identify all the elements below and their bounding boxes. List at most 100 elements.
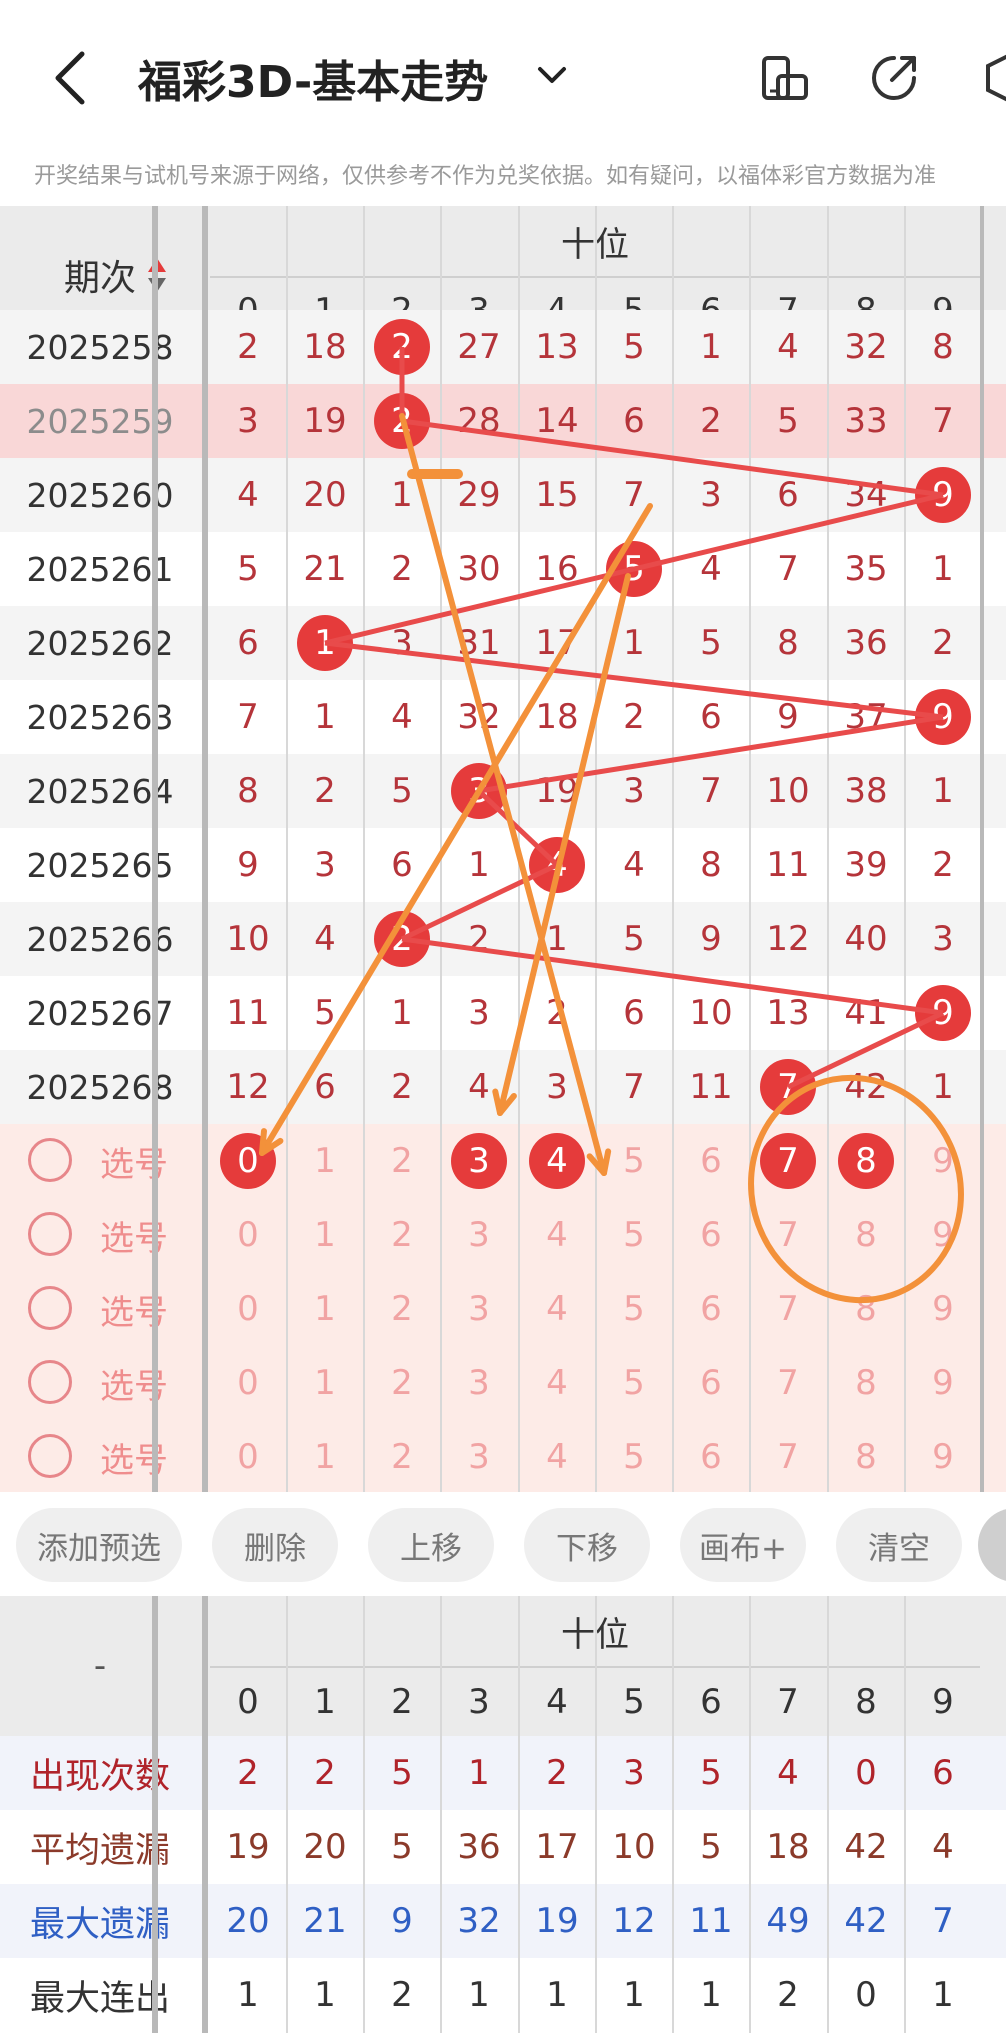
select-digit[interactable]: 8 — [828, 1346, 905, 1420]
settings-icon[interactable] — [984, 48, 1006, 108]
select-digit[interactable]: 9 — [905, 1420, 982, 1492]
selected-digit[interactable]: 0 — [210, 1124, 287, 1198]
toolbar-button-0[interactable]: 添加预选 — [16, 1508, 182, 1582]
select-digit[interactable]: 9 — [905, 1124, 982, 1198]
select-digit[interactable]: 1 — [287, 1420, 364, 1492]
miss-count: 9 — [700, 919, 722, 959]
select-digit[interactable]: 8 — [828, 1272, 905, 1346]
toolbar-button-3[interactable]: 下移 — [524, 1508, 650, 1582]
select-digit[interactable]: 3 — [441, 1272, 518, 1346]
select-digit[interactable]: 7 — [750, 1272, 827, 1346]
toolbar-button-2[interactable]: 上移 — [368, 1508, 494, 1582]
select-digit[interactable]: 8 — [828, 1198, 905, 1272]
select-digit[interactable]: 5 — [596, 1272, 673, 1346]
share-icon[interactable] — [866, 48, 922, 108]
select-radio[interactable] — [28, 1212, 72, 1256]
select-digit[interactable]: 0 — [210, 1420, 287, 1492]
back-arrow-icon[interactable] — [50, 48, 90, 108]
select-radio[interactable] — [28, 1434, 72, 1478]
column-divider — [671, 206, 674, 1492]
select-digit[interactable]: 4 — [519, 1346, 596, 1420]
toolbar-button-5[interactable]: 清空 — [836, 1508, 962, 1582]
miss-count: 11 — [689, 1067, 733, 1107]
miss-count: 1 — [391, 475, 413, 515]
select-digit[interactable]: 9 — [905, 1272, 982, 1346]
stats-value: 1 — [237, 1975, 259, 2015]
miss-count: 35 — [844, 549, 888, 589]
selected-ball-4[interactable]: 4 — [529, 1133, 585, 1189]
phone-rotate-icon[interactable] — [756, 48, 812, 108]
select-digit[interactable]: 2 — [364, 1124, 441, 1198]
toolbar-button-1[interactable]: 删除 — [212, 1508, 338, 1582]
selected-digit[interactable]: 4 — [519, 1124, 596, 1198]
select-digit[interactable]: 2 — [364, 1198, 441, 1272]
select-digit[interactable]: 7 — [750, 1420, 827, 1492]
miss-count: 2 — [314, 771, 336, 811]
miss-count: 12 — [766, 919, 810, 959]
select-digit[interactable]: 6 — [673, 1198, 750, 1272]
select-radio[interactable] — [28, 1286, 72, 1330]
select-digit[interactable]: 3 — [441, 1346, 518, 1420]
miss-count: 5 — [237, 549, 259, 589]
winning-ball: 5 — [596, 532, 673, 606]
select-digit[interactable]: 4 — [519, 1272, 596, 1346]
select-digit[interactable]: 0 — [210, 1198, 287, 1272]
select-digit[interactable]: 0 — [210, 1272, 287, 1346]
select-digit[interactable]: 6 — [673, 1124, 750, 1198]
stats-column-divider — [517, 1596, 520, 2033]
select-digit[interactable]: 4 — [519, 1420, 596, 1492]
select-label[interactable]: 选号 — [84, 1420, 184, 1492]
selected-digit[interactable]: 7 — [750, 1124, 827, 1198]
ball-5: 5 — [606, 541, 662, 597]
select-digit[interactable]: 5 — [596, 1346, 673, 1420]
stats-column-divider — [439, 1596, 442, 2033]
select-digit[interactable]: 5 — [596, 1124, 673, 1198]
toolbar-button-4[interactable]: 画布+ — [680, 1508, 806, 1582]
stats-digit-header: 8 — [855, 1682, 877, 1722]
miss-count: 7 — [700, 771, 722, 811]
stats-value: 1 — [623, 1975, 645, 2015]
select-label[interactable]: 选号 — [84, 1198, 184, 1272]
select-digit[interactable]: 6 — [673, 1272, 750, 1346]
select-digit[interactable]: 6 — [673, 1346, 750, 1420]
select-digit[interactable]: 8 — [828, 1420, 905, 1492]
select-digit[interactable]: 2 — [364, 1272, 441, 1346]
select-digit[interactable]: 1 — [287, 1272, 364, 1346]
selected-digit[interactable]: 3 — [441, 1124, 518, 1198]
selected-ball-3[interactable]: 3 — [451, 1133, 507, 1189]
select-digit[interactable]: 9 — [905, 1198, 982, 1272]
stats-value: 1 — [546, 1975, 568, 2015]
selected-ball-0[interactable]: 0 — [220, 1133, 276, 1189]
selected-digit[interactable]: 8 — [828, 1124, 905, 1198]
select-digit[interactable]: 2 — [364, 1346, 441, 1420]
select-digit[interactable]: 2 — [364, 1420, 441, 1492]
select-digit[interactable]: 7 — [750, 1346, 827, 1420]
stats-value: 2 — [237, 1753, 259, 1793]
select-digit[interactable]: 5 — [596, 1198, 673, 1272]
miss-count: 8 — [932, 327, 954, 367]
select-label[interactable]: 选号 — [84, 1272, 184, 1346]
select-radio[interactable] — [28, 1138, 72, 1182]
page-title[interactable]: 福彩3D-基本走势 — [138, 46, 488, 110]
select-digit[interactable]: 0 — [210, 1346, 287, 1420]
selected-ball-8[interactable]: 8 — [838, 1133, 894, 1189]
select-digit[interactable]: 7 — [750, 1198, 827, 1272]
select-label[interactable]: 选号 — [84, 1124, 184, 1198]
select-digit[interactable]: 9 — [905, 1346, 982, 1420]
miss-count: 30 — [457, 549, 501, 589]
stats-digit-header: 0 — [237, 1682, 259, 1722]
miss-count: 7 — [623, 1067, 645, 1107]
select-digit[interactable]: 3 — [441, 1420, 518, 1492]
miss-count: 3 — [391, 623, 413, 663]
chevron-down-icon[interactable] — [536, 60, 568, 90]
select-digit[interactable]: 3 — [441, 1198, 518, 1272]
select-digit[interactable]: 1 — [287, 1124, 364, 1198]
select-digit[interactable]: 4 — [519, 1198, 596, 1272]
select-digit[interactable]: 1 — [287, 1198, 364, 1272]
select-digit[interactable]: 6 — [673, 1420, 750, 1492]
select-digit[interactable]: 5 — [596, 1420, 673, 1492]
selected-ball-7[interactable]: 7 — [760, 1133, 816, 1189]
select-label[interactable]: 选号 — [84, 1346, 184, 1420]
select-radio[interactable] — [28, 1360, 72, 1404]
select-digit[interactable]: 1 — [287, 1346, 364, 1420]
